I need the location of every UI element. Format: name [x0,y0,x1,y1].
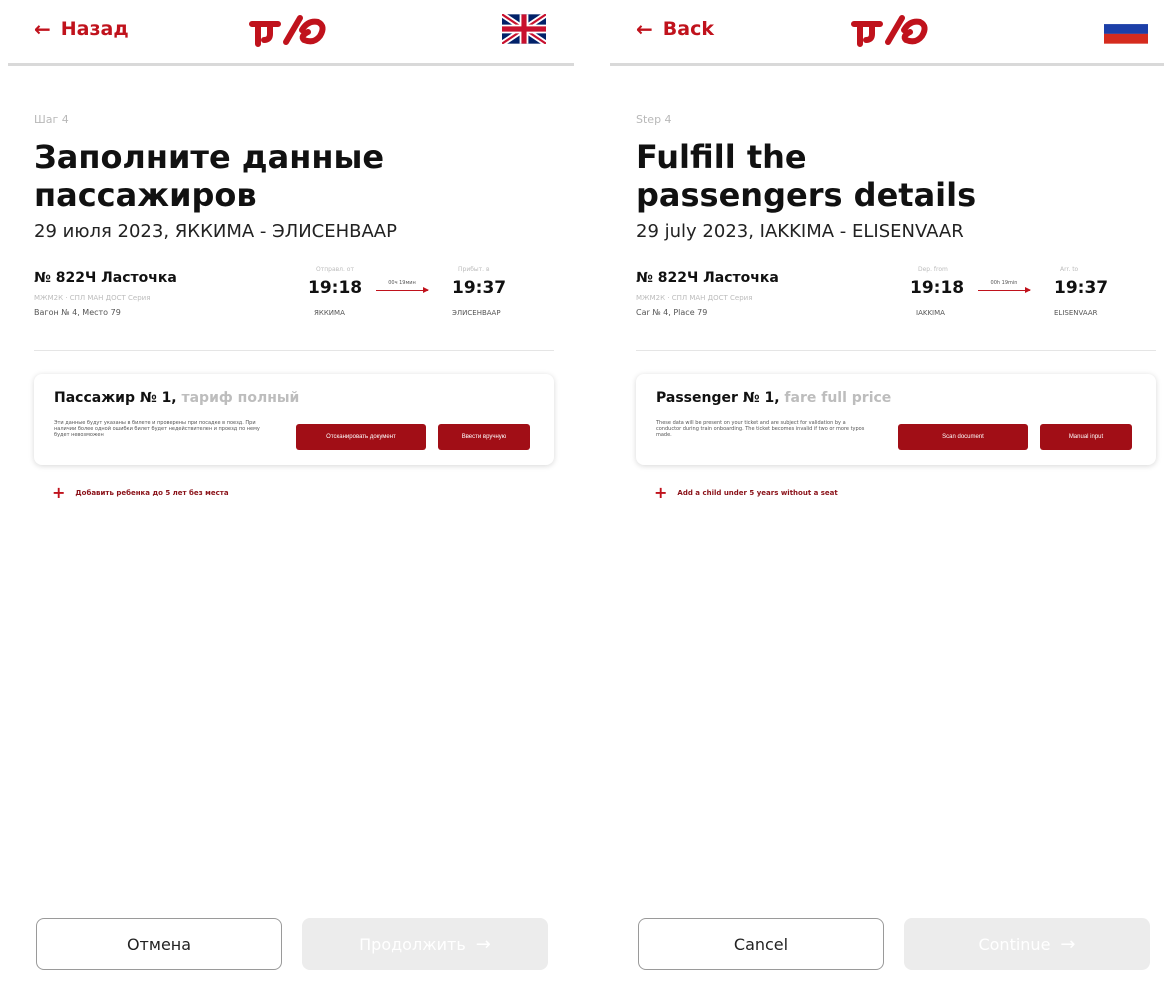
continue-button[interactable]: Continue → [904,918,1150,970]
scan-document-button[interactable]: Отсканировать документ [296,424,426,450]
continue-label: Continue [978,934,1051,954]
departure-label: Отправл. от [316,266,354,273]
rzd-logo [249,15,326,47]
passenger-note: These data will be present on your ticke… [656,420,865,438]
train-info: № 822Ч Ласточка МЖМ2К · СПЛ МАН ДОСТ Сер… [636,266,1156,336]
page-title: Fulfill the passengers details [636,138,1156,214]
cancel-button[interactable]: Cancel [638,918,884,970]
train-meta: МЖМ2К · СПЛ МАН ДОСТ Серия [636,294,753,302]
fare-type: тариф полный [181,390,300,406]
add-child-button[interactable]: + Add a child under 5 years without a se… [654,485,838,501]
arrival-station: ELISENVAAR [1054,309,1098,317]
back-label: Назад [60,18,129,40]
title-line-1: Заполните данные [34,138,385,176]
screen-russian: ← Назад Шаг 4 Заполните данные пассажиро… [8,0,574,988]
departure-station: ЯККИМА [314,309,345,317]
step-label: Шаг 4 [34,113,69,126]
add-child-button[interactable]: + Добавить ребенка до 5 лет без места [52,485,229,501]
title-line-1: Fulfill the [636,138,807,176]
scan-document-button[interactable]: Scan document [898,424,1028,450]
route-arrow-icon [376,287,429,293]
arrival-station: ЭЛИСЕНВААР [452,309,501,317]
plus-icon: + [52,483,66,502]
arrow-right-icon: → [1060,933,1076,955]
departure-station: IAKKIMA [916,309,945,317]
arrival-time: 19:37 [1054,278,1109,298]
arrow-left-icon: ← [636,17,653,41]
divider [34,350,554,351]
passenger-note: Эти данные будут указаны в билете и пров… [54,420,260,438]
trip-subtitle: 29 июля 2023, ЯККИМА - ЭЛИСЕНВААР [34,221,397,242]
trip-duration: 00ч 19мин [388,280,416,286]
fare-type: fare full price [784,390,892,406]
passenger-card: Passenger № 1, fare full price These dat… [636,374,1156,465]
title-line-2: пассажиров [34,176,257,214]
departure-time: 19:18 [910,278,965,298]
train-seat: Вагон № 4, Место 79 [34,308,121,317]
manual-input-button[interactable]: Ввести вручную [438,424,530,450]
arrival-label: Arr. to [1060,266,1079,273]
route-arrow-icon [978,287,1031,293]
train-name: № 822Ч Ласточка [34,270,177,286]
departure-label: Dep. from [918,266,948,273]
passenger-number: Пассажир № 1, [54,390,177,406]
screen-english: ← Back Step 4 Fulfill the passengers det… [610,0,1164,988]
add-child-label: Добавить ребенка до 5 лет без места [75,489,229,497]
train-name: № 822Ч Ласточка [636,270,779,286]
back-button[interactable]: ← Back [636,18,714,40]
back-label: Back [662,18,714,40]
trip-subtitle: 29 july 2023, IAKKIMA - ELISENVAAR [636,221,964,242]
title-line-2: passengers details [636,176,977,214]
back-button[interactable]: ← Назад [34,18,129,40]
train-info: № 822Ч Ласточка МЖМ2К · СПЛ МАН ДОСТ Сер… [34,266,554,336]
step-label: Step 4 [636,113,672,126]
plus-icon: + [654,483,668,502]
arrow-right-icon: → [475,933,491,955]
top-bar: ← Back [610,0,1164,66]
manual-input-button[interactable]: Manual input [1040,424,1132,450]
departure-time: 19:18 [308,278,363,298]
arrow-left-icon: ← [34,17,51,41]
passenger-title: Passenger № 1, fare full price [656,390,891,406]
arrival-label: Прибыт. в [458,266,490,273]
passenger-number: Passenger № 1, [656,390,780,406]
cancel-button[interactable]: Отмена [36,918,282,970]
continue-label: Продолжить [359,934,466,954]
passenger-title: Пассажир № 1, тариф полный [54,390,299,406]
arrival-time: 19:37 [452,278,507,298]
train-seat: Car № 4, Place 79 [636,308,708,317]
continue-button[interactable]: Продолжить → [302,918,548,970]
top-bar: ← Назад [8,0,574,66]
passenger-card: Пассажир № 1, тариф полный Эти данные бу… [34,374,554,465]
russia-flag-icon[interactable] [1104,14,1148,44]
rzd-logo [851,15,928,47]
train-meta: МЖМ2К · СПЛ МАН ДОСТ Серия [34,294,151,302]
add-child-label: Add a child under 5 years without a seat [677,489,838,497]
page-title: Заполните данные пассажиров [34,138,554,214]
divider [636,350,1156,351]
trip-duration: 00h 19min [990,280,1018,286]
uk-flag-icon[interactable] [502,14,546,44]
